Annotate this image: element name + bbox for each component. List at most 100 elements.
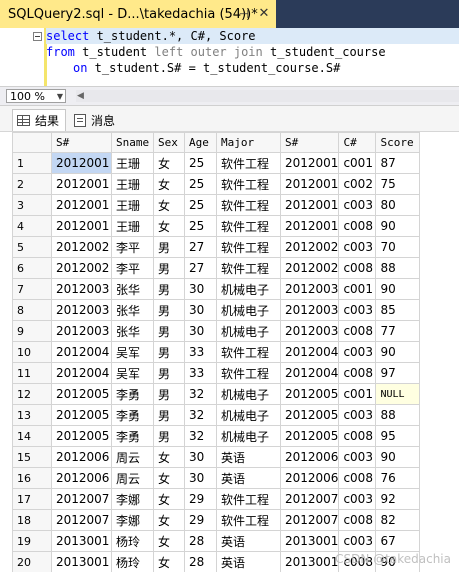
table-cell[interactable]: 女 [153,467,185,489]
table-cell[interactable]: c003 [338,488,377,510]
table-row[interactable]: 5 2012002 李平男 27 软件工程 2012002 c003 70 [12,236,421,258]
table-cell[interactable]: 2012005 [279,425,340,447]
table-cell[interactable]: 软件工程 [216,236,281,258]
table-cell[interactable]: 吴军 [111,362,154,384]
table-cell[interactable]: 29 [184,488,217,510]
table-cell[interactable]: 2012007 [51,509,112,531]
table-cell[interactable]: 2012003 [279,299,340,321]
table-cell[interactable]: c008 [338,257,377,279]
table-cell[interactable]: c002 [338,173,377,195]
table-cell[interactable]: 吴军 [111,341,154,363]
table-cell[interactable]: 男 [153,278,185,300]
table-cell[interactable]: 2012001 [51,173,112,195]
table-cell[interactable]: 33 [184,341,217,363]
table-cell[interactable]: 女 [153,152,185,174]
row-number[interactable]: 19 [12,530,52,552]
table-cell[interactable]: 67 [375,530,421,552]
table-cell[interactable]: 李勇 [111,404,154,426]
table-cell[interactable]: 30 [184,299,217,321]
table-cell[interactable]: 33 [184,362,217,384]
table-cell[interactable]: 27 [184,257,217,279]
table-cell[interactable]: 32 [184,425,217,447]
table-cell[interactable]: 软件工程 [216,215,281,237]
table-row[interactable]: 4 2012001 王珊女 25 软件工程 2012001 c008 90 [12,215,421,237]
table-cell[interactable]: 王珊 [111,152,154,174]
table-cell[interactable]: 2012001 [51,215,112,237]
table-cell[interactable]: 2012002 [279,236,340,258]
table-cell[interactable]: 76 [375,467,421,489]
table-cell[interactable]: 30 [184,320,217,342]
table-cell[interactable]: 2013001 [279,530,340,552]
table-cell[interactable]: 30 [184,446,217,468]
table-cell[interactable]: 87 [375,152,421,174]
table-row[interactable]: 2 2012001 王珊女 25 软件工程 2012001 c002 75 [12,173,421,195]
table-cell[interactable]: 92 [375,488,421,510]
table-cell[interactable]: c008 [338,362,377,384]
table-cell[interactable]: 2012007 [279,488,340,510]
table-cell[interactable]: 男 [153,236,185,258]
table-row[interactable]: 15 2012006 周云女 30 英语 2012006 c003 90 [12,446,421,468]
table-cell[interactable]: 李娜 [111,509,154,531]
table-cell[interactable]: 90 [375,341,421,363]
table-cell[interactable]: 88 [375,404,421,426]
table-cell[interactable]: 29 [184,509,217,531]
table-cell[interactable]: 2012001 [279,215,340,237]
zoom-dropdown[interactable]: 100 % ▼ [6,89,66,103]
table-cell[interactable]: 70 [375,236,421,258]
table-cell[interactable]: 女 [153,488,185,510]
table-cell[interactable]: 英语 [216,551,281,572]
table-cell[interactable]: 软件工程 [216,194,281,216]
table-cell[interactable]: 2012001 [279,173,340,195]
row-number[interactable]: 5 [12,236,52,258]
code-line-1[interactable]: select t_student.*, C#, Score [46,28,459,44]
table-cell[interactable]: 软件工程 [216,341,281,363]
table-cell[interactable]: NULL [375,383,421,405]
pin-icon[interactable]: ⊣ [237,7,251,21]
table-cell[interactable]: 95 [375,425,421,447]
table-cell[interactable]: 2012003 [51,320,112,342]
table-cell[interactable]: 男 [153,320,185,342]
tab-results[interactable]: 结果 [12,109,67,131]
table-cell[interactable]: c001 [338,278,377,300]
table-cell[interactable]: 28 [184,551,217,572]
table-cell[interactable]: c008 [338,215,377,237]
row-number-header[interactable] [12,132,52,153]
table-cell[interactable]: 杨玲 [111,530,154,552]
table-cell[interactable]: 30 [184,278,217,300]
table-cell[interactable]: 2012002 [51,257,112,279]
table-cell[interactable]: 软件工程 [216,488,281,510]
table-cell[interactable]: 2012001 [279,152,340,174]
table-cell[interactable]: c008 [338,509,377,531]
table-row[interactable]: 8 2012003 张华男 30 机械电子 2012003 c003 85 [12,299,421,321]
table-cell[interactable]: 2012002 [279,257,340,279]
row-number[interactable]: 17 [12,488,52,510]
table-cell[interactable]: 2012001 [51,152,112,174]
code-line-3[interactable]: on t_student.S# = t_student_course.S# [73,60,340,76]
row-number[interactable]: 8 [12,299,52,321]
table-row[interactable]: 11 2012004 吴军男 33 软件工程 2012004 c008 97 [12,362,421,384]
table-row[interactable]: 10 2012004 吴军男 33 软件工程 2012004 c003 90 [12,341,421,363]
table-cell[interactable]: 2012004 [279,341,340,363]
table-cell[interactable]: 90 [375,278,421,300]
table-row[interactable]: 1 2012001 王珊女 25 软件工程 2012001 c001 87 [12,152,421,174]
row-number[interactable]: 10 [12,341,52,363]
table-cell[interactable]: 张华 [111,278,154,300]
table-cell[interactable]: c003 [338,530,377,552]
table-cell[interactable]: 周云 [111,446,154,468]
table-cell[interactable]: 2012005 [51,425,112,447]
table-cell[interactable]: 男 [153,404,185,426]
table-cell[interactable]: 李勇 [111,425,154,447]
table-cell[interactable]: 英语 [216,530,281,552]
table-cell[interactable]: 王珊 [111,194,154,216]
row-number[interactable]: 20 [12,551,52,572]
table-cell[interactable]: 杨玲 [111,551,154,572]
table-cell[interactable]: 2012003 [279,320,340,342]
table-cell[interactable]: 2012005 [51,404,112,426]
table-cell[interactable]: 2012006 [279,446,340,468]
table-cell[interactable]: 软件工程 [216,173,281,195]
table-cell[interactable]: 30 [184,467,217,489]
table-cell[interactable]: 李平 [111,236,154,258]
table-cell[interactable]: 王珊 [111,173,154,195]
table-row[interactable]: 7 2012003 张华男 30 机械电子 2012003 c001 90 [12,278,421,300]
table-cell[interactable]: 2012006 [51,446,112,468]
